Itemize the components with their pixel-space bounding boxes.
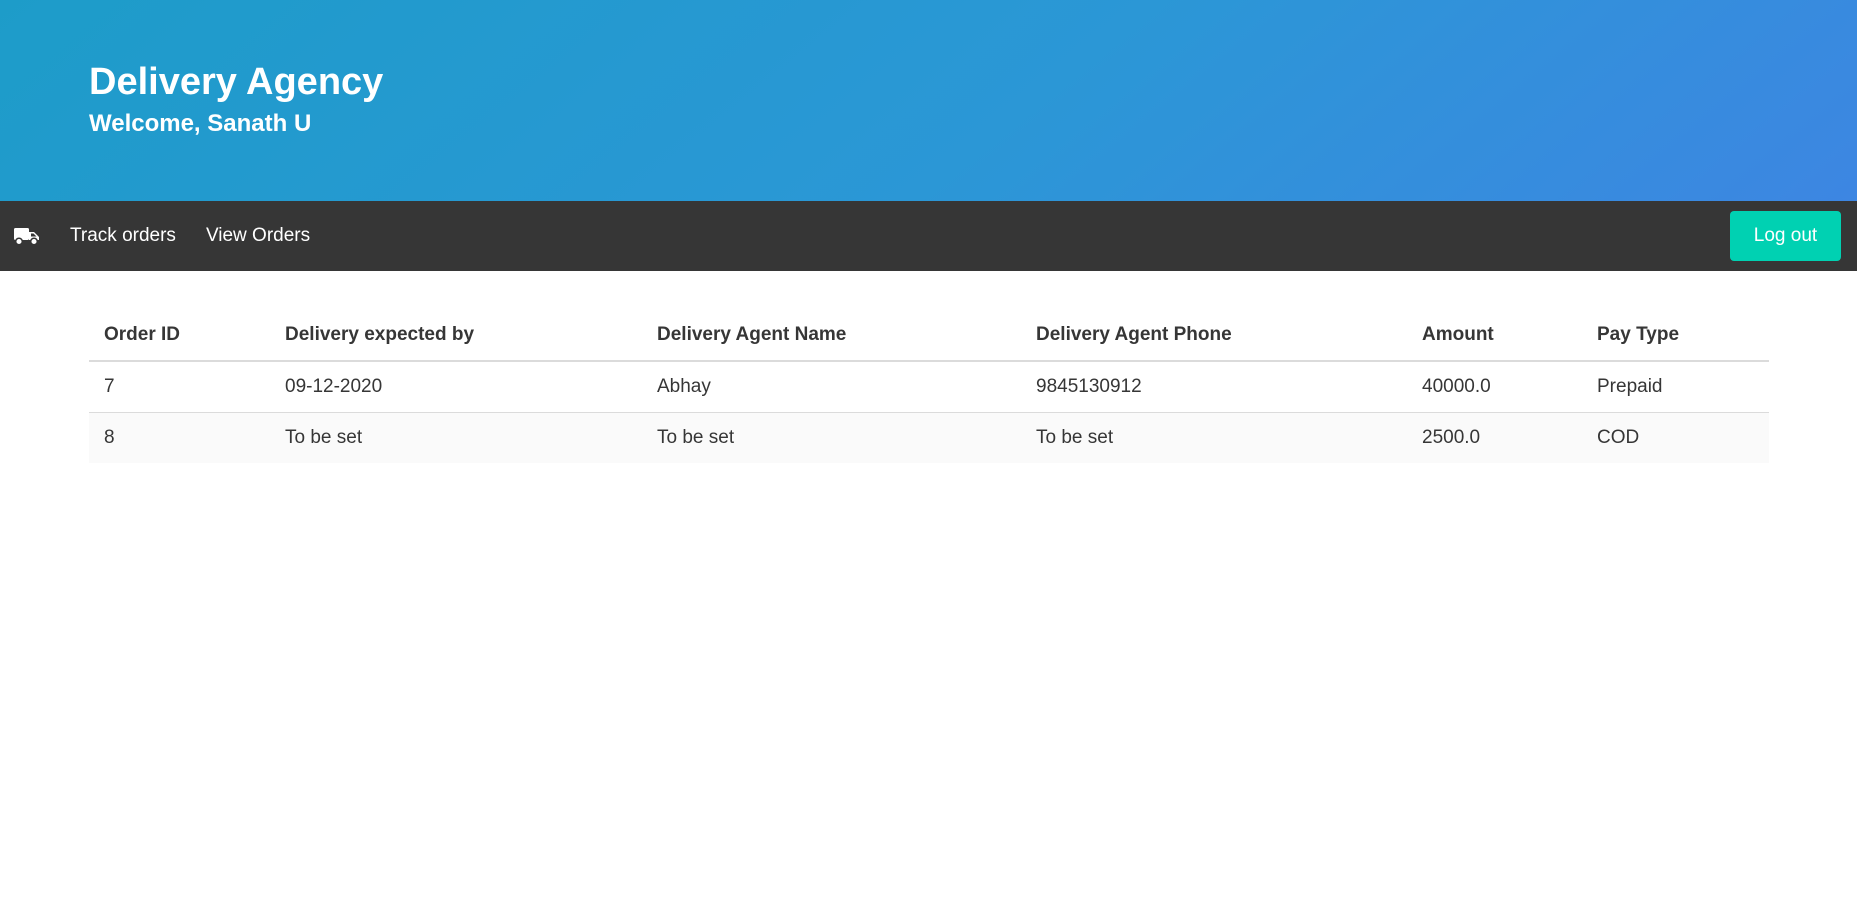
cell-pay-type: COD — [1582, 412, 1769, 463]
column-header-delivery-expected: Delivery expected by — [270, 311, 642, 362]
cell-pay-type: Prepaid — [1582, 361, 1769, 413]
navbar: Track orders View Orders Log out — [0, 201, 1857, 271]
cell-agent-name: Abhay — [642, 361, 1021, 413]
cell-order-id: 7 — [89, 361, 270, 413]
table-row: 7 09-12-2020 Abhay 9845130912 40000.0 Pr… — [89, 361, 1769, 413]
nav-view-orders[interactable]: View Orders — [191, 201, 325, 271]
table-row: 8 To be set To be set To be set 2500.0 C… — [89, 412, 1769, 463]
nav-track-orders[interactable]: Track orders — [55, 201, 191, 271]
orders-table: Order ID Delivery expected by Delivery A… — [89, 311, 1769, 463]
cell-agent-name: To be set — [642, 412, 1021, 463]
page-title: Delivery Agency — [89, 61, 384, 103]
logout-button[interactable]: Log out — [1730, 211, 1841, 261]
cell-agent-phone: To be set — [1021, 412, 1407, 463]
cell-delivery-expected: 09-12-2020 — [270, 361, 642, 413]
column-header-agent-phone: Delivery Agent Phone — [1021, 311, 1407, 362]
cell-amount: 40000.0 — [1407, 361, 1582, 413]
table-header-row: Order ID Delivery expected by Delivery A… — [89, 311, 1769, 362]
cell-order-id: 8 — [89, 412, 270, 463]
column-header-agent-name: Delivery Agent Name — [642, 311, 1021, 362]
orders-table-container: Order ID Delivery expected by Delivery A… — [89, 311, 1769, 463]
cell-agent-phone: 9845130912 — [1021, 361, 1407, 413]
column-header-order-id: Order ID — [89, 311, 270, 362]
cell-delivery-expected: To be set — [270, 412, 642, 463]
cell-amount: 2500.0 — [1407, 412, 1582, 463]
welcome-subtitle: Welcome, Sanath U — [89, 110, 312, 137]
column-header-pay-type: Pay Type — [1582, 311, 1769, 362]
truck-icon[interactable] — [14, 225, 42, 247]
hero-banner: Delivery Agency Welcome, Sanath U — [0, 0, 1857, 201]
column-header-amount: Amount — [1407, 311, 1582, 362]
